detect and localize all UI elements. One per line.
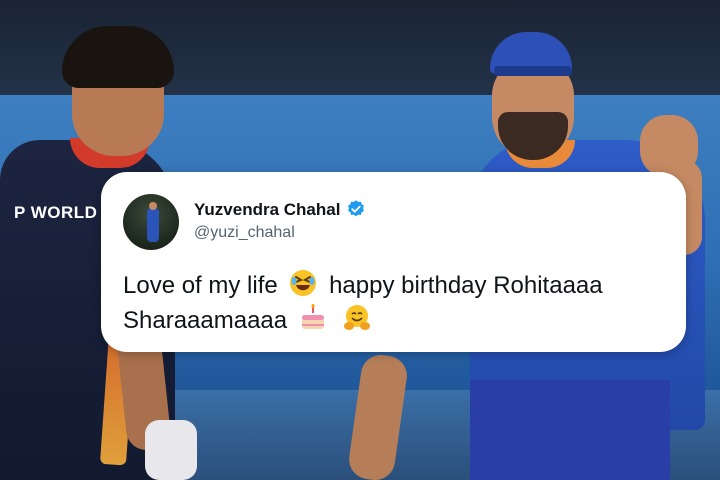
birthday-cake-icon <box>301 304 324 329</box>
tweet-card: Yuzvendra Chahal @yuzi_chahal Love of my… <box>101 172 686 352</box>
verified-badge-icon <box>348 200 364 217</box>
display-name[interactable]: Yuzvendra Chahal <box>194 200 340 220</box>
tweet-text-part2: happy birthday Rohitaaaa <box>329 272 603 299</box>
right-player-hand <box>640 115 698 177</box>
jersey-sponsor-text: P WORLD <box>14 203 98 222</box>
right-player-cap-brim <box>494 66 572 76</box>
avatar-figure <box>147 208 159 242</box>
right-player-pants <box>470 380 670 480</box>
avatar-figure-head <box>149 202 157 210</box>
left-player-hair <box>62 26 174 88</box>
user-handle[interactable]: @yuzi_chahal <box>194 224 295 242</box>
tweet-text-part1: Love of my life <box>123 272 278 299</box>
left-player-glove <box>145 420 197 480</box>
hugging-face-icon <box>344 305 371 330</box>
rolling-on-floor-laughing-icon <box>290 270 317 296</box>
tweet-text-part3: Sharaaamaaaa <box>123 307 288 334</box>
tweet-text: Love of my life happy birthday Rohitaaaa… <box>123 268 673 338</box>
avatar[interactable] <box>123 194 179 250</box>
